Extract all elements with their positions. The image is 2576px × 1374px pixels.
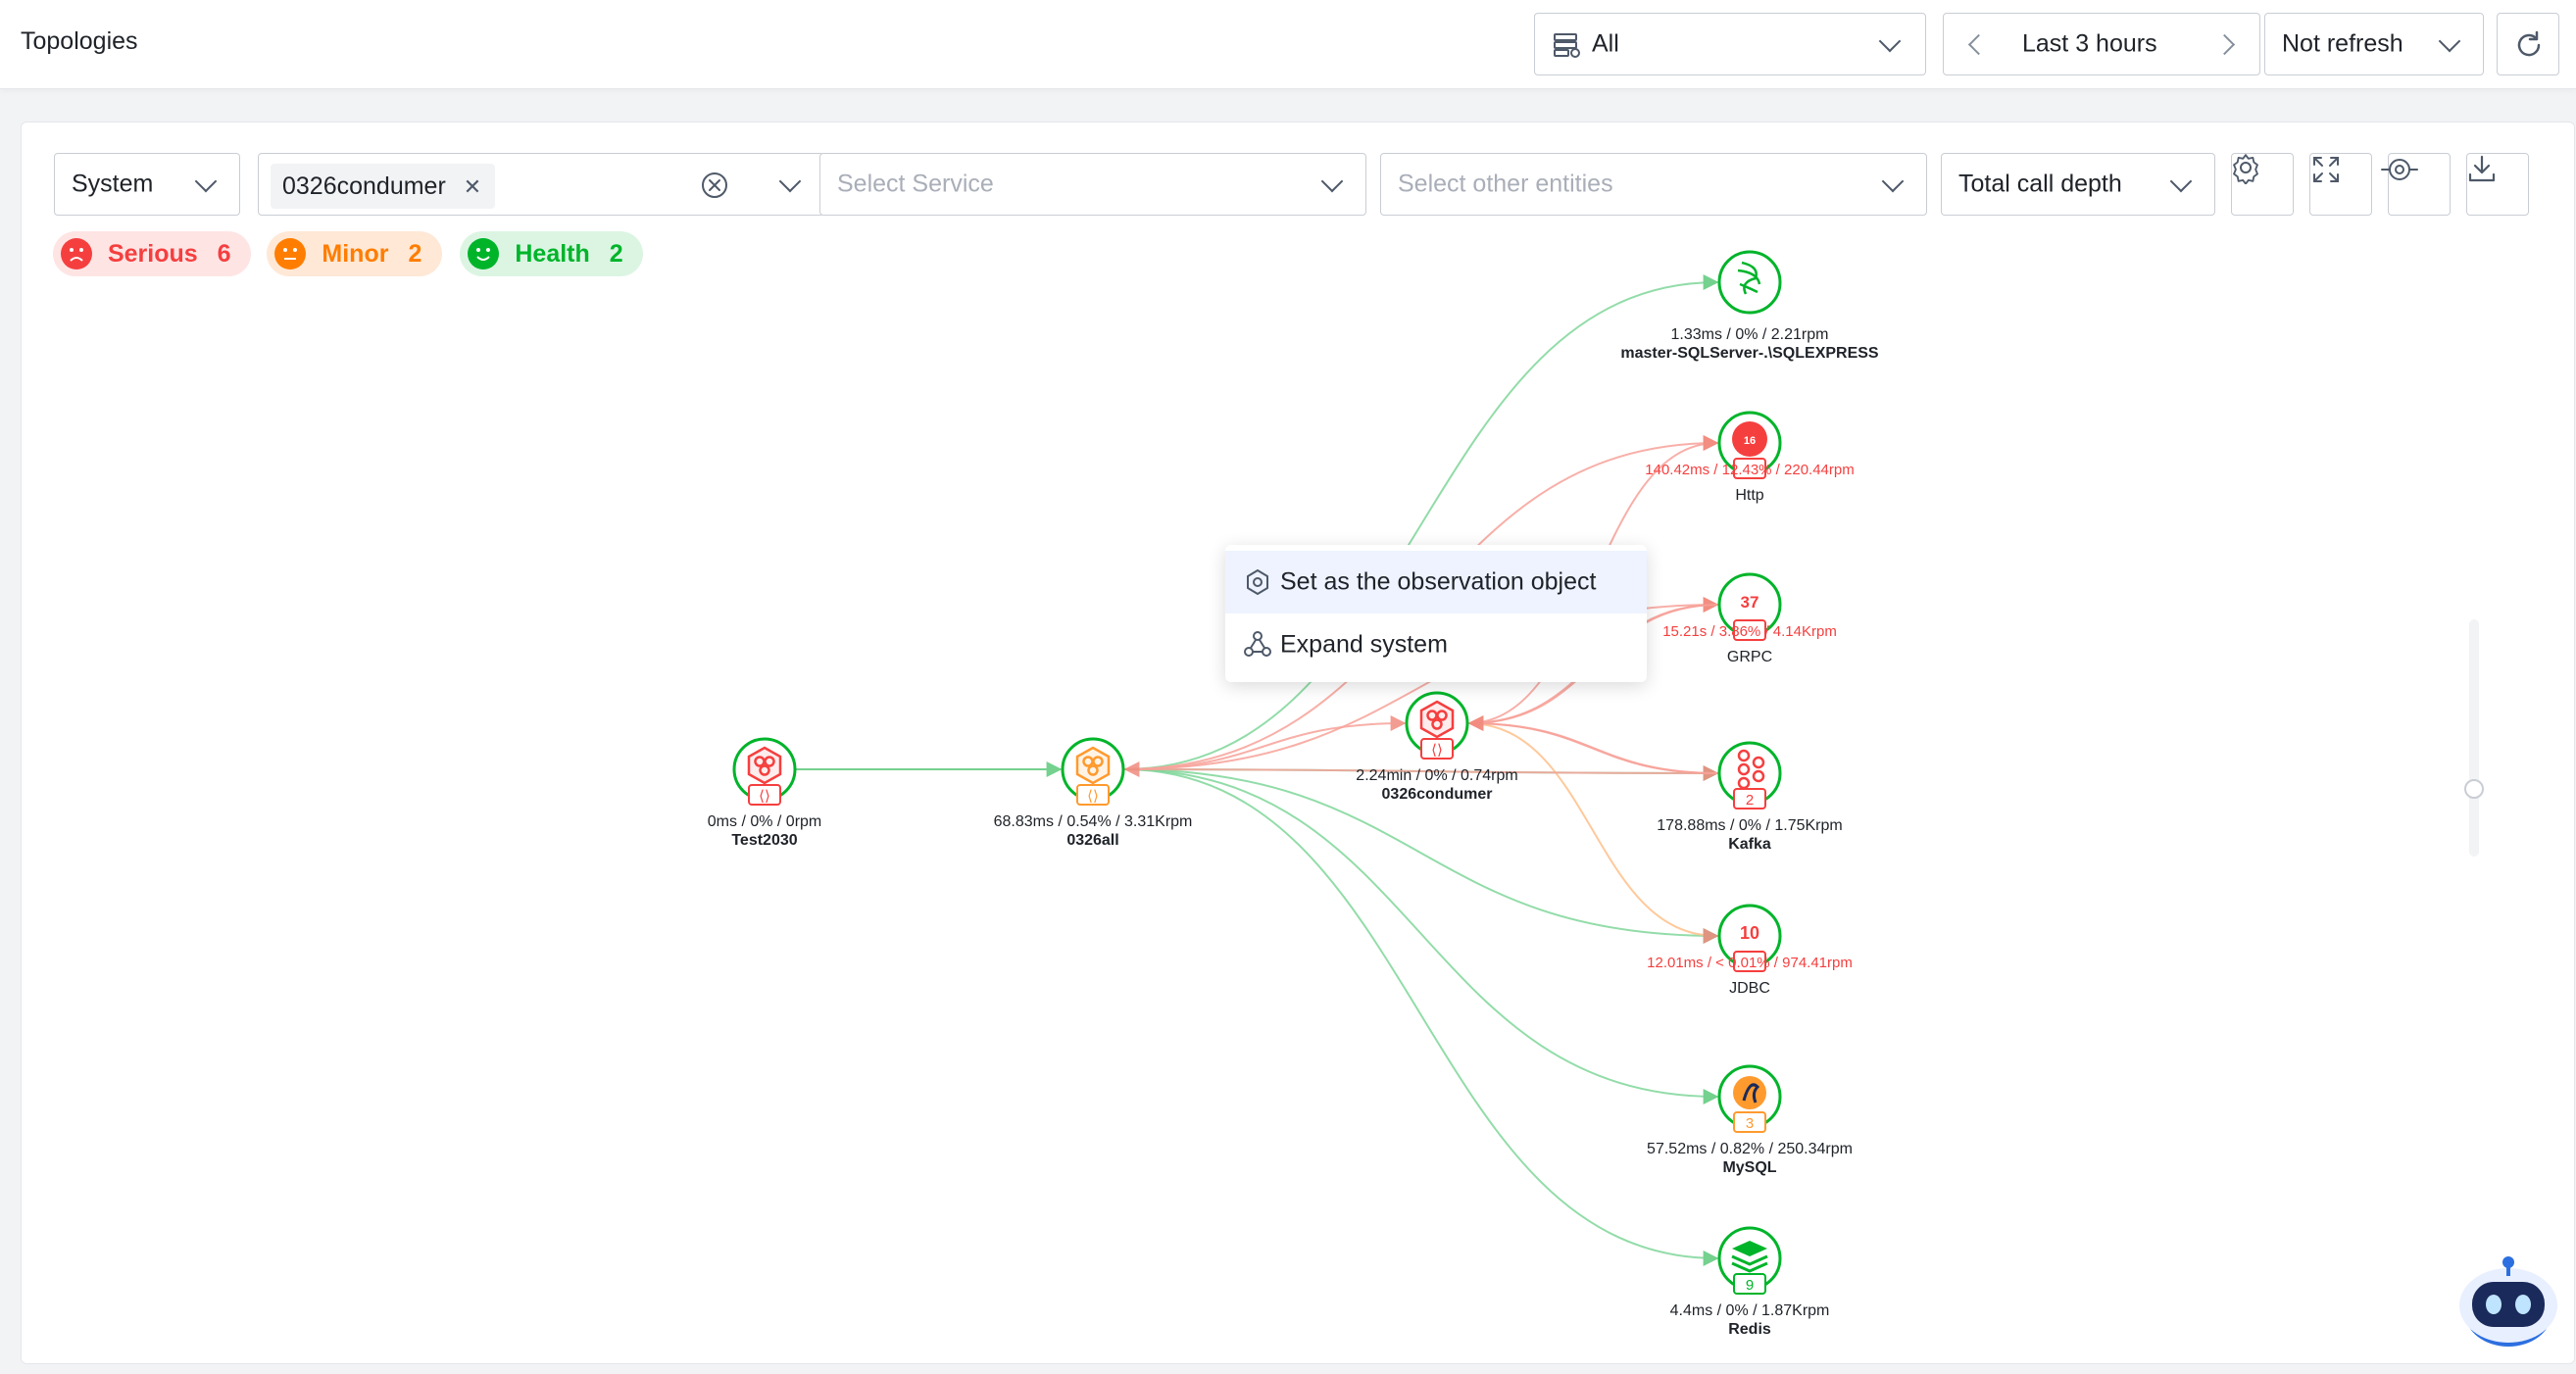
clear-icon[interactable] bbox=[700, 171, 729, 207]
fullscreen-button[interactable] bbox=[2309, 153, 2372, 216]
status-face-icon bbox=[468, 238, 500, 270]
health-pill-serious[interactable]: Serious 6 bbox=[52, 231, 251, 276]
target-icon bbox=[1247, 569, 1268, 595]
call-depth-select[interactable]: Total call depth bbox=[1941, 153, 2215, 216]
refresh-button[interactable] bbox=[2497, 13, 2559, 75]
database-list-icon bbox=[1553, 31, 1582, 66]
status-face-icon bbox=[274, 238, 307, 270]
health-pill-count: 6 bbox=[217, 240, 231, 268]
next-range-icon[interactable] bbox=[2213, 33, 2236, 56]
chevron-down-icon bbox=[2169, 170, 2193, 193]
health-pill-count: 2 bbox=[408, 240, 422, 268]
focus-button[interactable] bbox=[2381, 153, 2451, 216]
prev-range-icon[interactable] bbox=[1967, 33, 1990, 56]
refresh-mode-select[interactable]: Not refresh bbox=[2264, 13, 2484, 75]
health-pill-label: Health bbox=[515, 240, 590, 268]
chevron-down-icon bbox=[1881, 170, 1905, 193]
menu-item-label: Expand system bbox=[1280, 630, 1448, 659]
page-title: Topologies bbox=[21, 27, 138, 55]
chevron-down-icon bbox=[778, 170, 802, 193]
health-pill-label: Minor bbox=[322, 240, 389, 268]
chevron-down-icon bbox=[194, 170, 218, 193]
menu-item-expand-system[interactable]: Expand system bbox=[1225, 613, 1647, 676]
health-pill-health[interactable]: Health 2 bbox=[460, 231, 644, 276]
scope-select[interactable]: System bbox=[54, 153, 240, 216]
selected-system-tag: 0326condumer ✕ bbox=[271, 164, 496, 209]
health-pill-label: Serious bbox=[107, 240, 198, 268]
health-pill-minor[interactable]: Minor 2 bbox=[267, 231, 443, 276]
chevron-down-icon bbox=[1878, 29, 1902, 53]
chevron-down-icon bbox=[2438, 29, 2461, 53]
chevron-down-icon bbox=[1320, 170, 1344, 193]
status-face-icon bbox=[60, 238, 92, 270]
menu-item-set-observation[interactable]: Set as the observation object bbox=[1225, 551, 1647, 613]
time-range-label: Last 3 hours bbox=[2022, 29, 2157, 58]
service-select[interactable]: Select Service bbox=[819, 153, 1366, 216]
scope-select-value: System bbox=[72, 170, 154, 198]
system-multiselect[interactable]: 0326condumer ✕ bbox=[258, 153, 824, 216]
data-filter-value: All bbox=[1592, 29, 1619, 58]
data-filter-select[interactable]: All bbox=[1534, 13, 1926, 75]
assistant-robot-icon[interactable] bbox=[2454, 1245, 2562, 1352]
network-icon bbox=[1244, 631, 1271, 657]
refresh-mode-value: Not refresh bbox=[2282, 29, 2403, 58]
menu-item-label: Set as the observation object bbox=[1280, 567, 1597, 596]
zoom-slider-handle[interactable] bbox=[2464, 779, 2484, 799]
service-select-placeholder: Select Service bbox=[837, 170, 994, 198]
top-bar: Topologies All Last 3 hours Not refresh bbox=[0, 0, 2576, 89]
health-pill-count: 2 bbox=[609, 240, 623, 268]
entities-select[interactable]: Select other entities bbox=[1380, 153, 1927, 216]
remove-tag-icon[interactable]: ✕ bbox=[464, 174, 481, 199]
download-button[interactable] bbox=[2466, 153, 2529, 216]
topology-panel: System 0326condumer ✕ Select Service Sele… bbox=[21, 122, 2575, 1364]
time-range-picker[interactable]: Last 3 hours bbox=[1943, 13, 2260, 75]
zoom-slider-track[interactable] bbox=[2469, 619, 2479, 857]
selected-system-label: 0326condumer bbox=[282, 172, 446, 200]
settings-button[interactable] bbox=[2231, 153, 2294, 216]
refresh-icon bbox=[2513, 29, 2545, 68]
call-depth-value: Total call depth bbox=[1958, 170, 2122, 198]
node-context-menu: Set as the observation object Expand sys… bbox=[1225, 545, 1647, 682]
entities-select-placeholder: Select other entities bbox=[1398, 170, 1613, 198]
